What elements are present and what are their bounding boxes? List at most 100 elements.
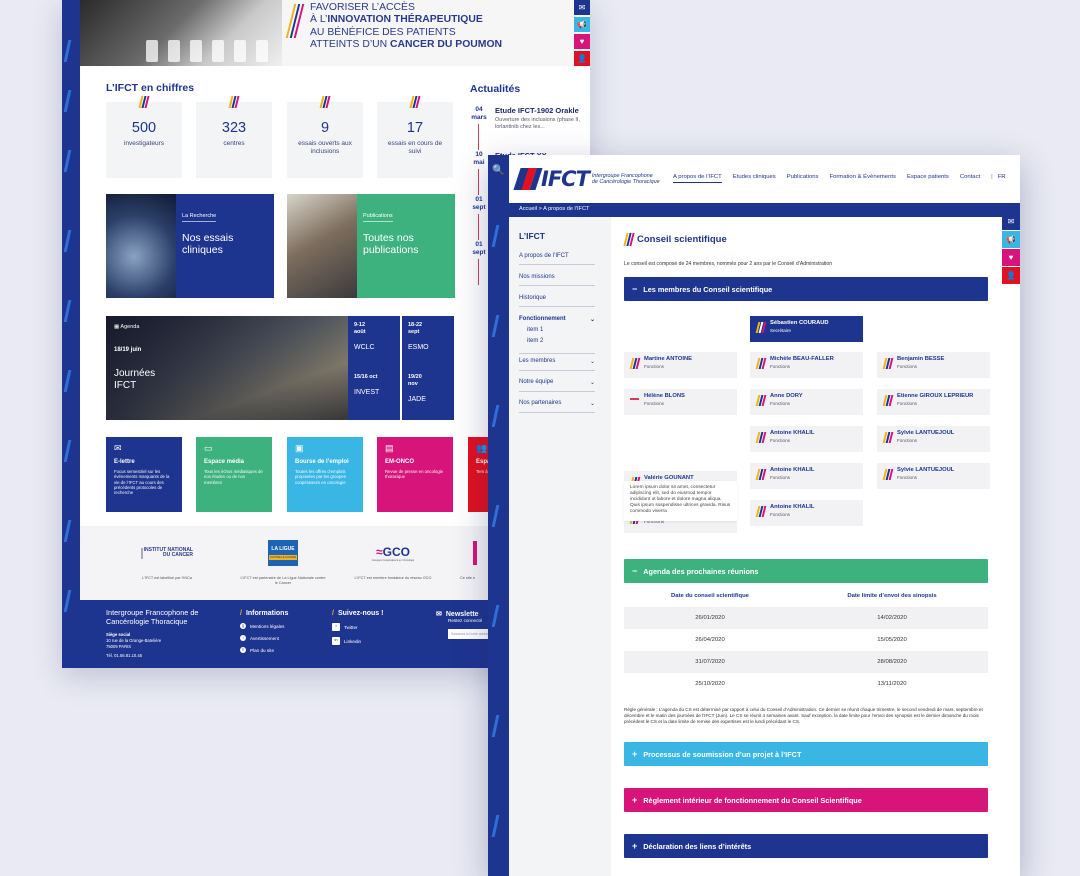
member-card[interactable]: Anne DORY Fonctions	[750, 389, 863, 415]
general-rule-text: Règle générale : L’agenda du CS est déte…	[624, 707, 983, 724]
user-icon[interactable]: 👤	[574, 51, 590, 66]
search-icon[interactable]: 🔍	[488, 155, 509, 185]
tile-espace-media[interactable]: ▭ Espace média Tous les échos médiatique…	[196, 437, 272, 512]
sidebar-item-partenaires[interactable]: Nos partenaires ⌄	[519, 400, 595, 413]
page-title: Conseil scientifique	[623, 233, 727, 246]
meetings-table: Date du conseil scientifique Date limite …	[624, 585, 988, 695]
table-row: 26/01/2020 14/02/2020	[624, 607, 988, 629]
brand-marks-icon	[319, 96, 331, 108]
member-card[interactable]: Antoine KHALIL Fonctions	[750, 426, 863, 452]
hero-line-3: AU BÉNÉFICE DES PATIENTS	[310, 26, 456, 38]
nav-separator: |	[991, 174, 993, 180]
nav-patients[interactable]: Espace patients	[907, 174, 949, 183]
members-accordion-header[interactable]: − Les membres du Conseil scientifique	[624, 277, 988, 301]
footer-link-plan[interactable]: ≡ Plan du site	[240, 647, 288, 653]
member-card[interactable]: Etienne GIROUX LEPRIEUR Fonctions	[877, 389, 990, 415]
research-image	[106, 194, 176, 298]
card-title: Toutes nos publications	[363, 232, 419, 256]
mail-icon[interactable]: ✉	[1002, 213, 1020, 230]
nav-contact[interactable]: Contact	[960, 174, 980, 183]
member-card[interactable]: Michèle BEAU-FALLER Fonctions	[750, 352, 863, 378]
brand-marks-icon	[623, 233, 635, 246]
agenda-accordion-header[interactable]: − Agenda des prochaines réunions	[624, 559, 988, 583]
megaphone-icon[interactable]: 📢	[1002, 231, 1020, 248]
main-nav: A propos de l’IFCT Etudes cliniques Publ…	[673, 174, 1017, 183]
process-accordion-header[interactable]: + Processus de soumission d’un projet à l…	[624, 742, 988, 766]
news-date: 04 mars	[471, 106, 487, 121]
member-card[interactable]: Hélène BLONS Fonctions	[624, 389, 737, 415]
linkedin-link[interactable]: in Linkedin	[332, 637, 383, 645]
partner-gco[interactable]: ≈GCO Groupes Coopérateurs en Oncologie L’…	[350, 538, 436, 581]
footer-link-mentions[interactable]: § Mentions légales	[240, 623, 288, 629]
mail-icon[interactable]: ✉	[574, 0, 590, 15]
brand-marks-icon	[755, 395, 766, 407]
reglement-accordion-header[interactable]: + Règlement intérieur de fonctionnement d…	[624, 788, 988, 812]
declaration-accordion-header[interactable]: + Déclaration des liens d’intérêts	[624, 834, 988, 858]
inca-logo: INSTITUT NATIONAL DU CANCER	[124, 538, 210, 568]
member-card[interactable]: Antoine KHALIL Fonctions	[750, 500, 863, 526]
stat-label: centres	[223, 140, 245, 147]
agenda-event[interactable]: 9-12 août WCLC	[348, 316, 400, 368]
publications-image	[287, 194, 357, 298]
agenda-event[interactable]: 15/16 oct INVEST	[348, 368, 400, 420]
nav-about[interactable]: A propos de l’IFCT	[673, 174, 722, 183]
nav-formation[interactable]: Formation & Évènements	[829, 174, 895, 183]
member-card[interactable]: Sylvie LANTUEJOUL Fonctions	[877, 426, 990, 452]
partner-ligue[interactable]: LA LIGUE CONTRE LE CANCER L’IFCT est part…	[240, 538, 326, 585]
partner-inca[interactable]: INSTITUT NATIONAL DU CANCER L’IFCT est l…	[124, 538, 210, 581]
tile-title: Bourse de l’emploi	[295, 459, 349, 465]
footer-link-avertissement[interactable]: ! Avertissement	[240, 635, 288, 641]
patient-icon[interactable]: ♥	[1002, 249, 1020, 266]
partner-other[interactable]: Ce site e	[460, 538, 490, 581]
table-header: Date du conseil scientifique Date limite …	[671, 593, 937, 599]
agenda-tag: ▦ Agenda	[114, 324, 140, 330]
stat-label: investigateurs	[123, 140, 165, 147]
agenda-event[interactable]: 18-22 sept ESMO	[402, 316, 454, 368]
agenda-event[interactable]: 19/20 nov JADE	[402, 368, 454, 420]
ifct-logo[interactable]: IFCT Intergroupe Francophone de Cancérolo…	[513, 167, 660, 191]
tile-e-lettre[interactable]: ✉ E-lettre Focus semestriel sur les évén…	[106, 437, 182, 512]
patient-icon[interactable]: ♥	[574, 34, 590, 49]
footer-address: Siège social 10 rue de la Grange-Bateliè…	[106, 632, 162, 658]
plus-icon: +	[632, 795, 638, 805]
logo-mark-icon	[513, 167, 545, 191]
twitter-link[interactable]: t Twitter	[332, 623, 383, 631]
tile-bourse-emploi[interactable]: ▣ Bourse de l’emploi Toutes les offres d…	[287, 437, 363, 512]
user-icon[interactable]: 👤	[1002, 267, 1020, 284]
nav-publications[interactable]: Publications	[787, 174, 819, 183]
publications-card[interactable]: Publications Toutes nos publications	[287, 194, 455, 298]
member-card[interactable]: Martine ANTOINE Fonctions	[624, 352, 737, 378]
minus-icon: −	[632, 284, 638, 294]
language-switch[interactable]: FR	[998, 174, 1006, 183]
breadcrumb[interactable]: Accueil > A propos de l’IFCT	[509, 203, 1020, 217]
sidebar-item-about[interactable]: A propos de l’IFCT	[519, 253, 595, 265]
member-card[interactable]: Sylvie LANTUEJOUL Fonctions	[877, 463, 990, 489]
plus-icon: +	[632, 749, 638, 759]
sidebar-item-membres[interactable]: Les membres ⌄	[519, 358, 595, 371]
partner-caption: L’IFCT est labellisé par l’INCa	[142, 576, 192, 580]
sidebar-item-historique[interactable]: Historique	[519, 295, 595, 307]
member-card[interactable]: Antoine KHALIL Fonctions	[750, 463, 863, 489]
tile-title: E-lettre	[114, 459, 135, 465]
megaphone-icon[interactable]: 📢	[574, 17, 590, 32]
stat-label: essais en cours de suivi	[387, 140, 443, 155]
hero-lab-image	[80, 0, 282, 66]
news-date: 10 mai	[473, 151, 485, 166]
news-item[interactable]: 04 mars Etude IFCT-1902 Orakle Ouverture …	[468, 106, 590, 151]
sidebar-item-equipe[interactable]: Notre équipe ⌄	[519, 379, 595, 392]
site-header: IFCT Intergroupe Francophone de Cancérolo…	[509, 155, 1020, 201]
research-card[interactable]: La Recherche Nos essais cliniques	[106, 194, 274, 298]
minus-icon	[630, 398, 639, 400]
stat-open-trials: 9 essais ouverts aux inclusions	[287, 96, 363, 178]
hero-line-2: À L’INNOVATION THÉRAPEUTIQUE	[310, 14, 483, 26]
footer-follow: / Suivez-nous ! t Twitter in Linkedin	[332, 610, 384, 645]
twitter-icon: t	[332, 623, 340, 631]
partner-logo	[460, 538, 490, 568]
member-card[interactable]: Benjamin BESSE Fonctions	[877, 352, 990, 378]
sidebar-item-missions[interactable]: Nos missions	[519, 274, 595, 286]
tile-em-onco[interactable]: ▤ EM-ONCO Revue de presse en oncologie t…	[377, 437, 453, 512]
agenda-block[interactable]: ▦ Agenda 18/19 juin Journées IFCT 9-12 a…	[106, 316, 454, 420]
member-card-secretary[interactable]: Sébastien COURAUD Secrétaire	[750, 316, 863, 342]
tile-desc: Toutes les offres d’emplois proposées pa…	[295, 469, 346, 485]
nav-etudes[interactable]: Etudes cliniques	[733, 174, 776, 183]
